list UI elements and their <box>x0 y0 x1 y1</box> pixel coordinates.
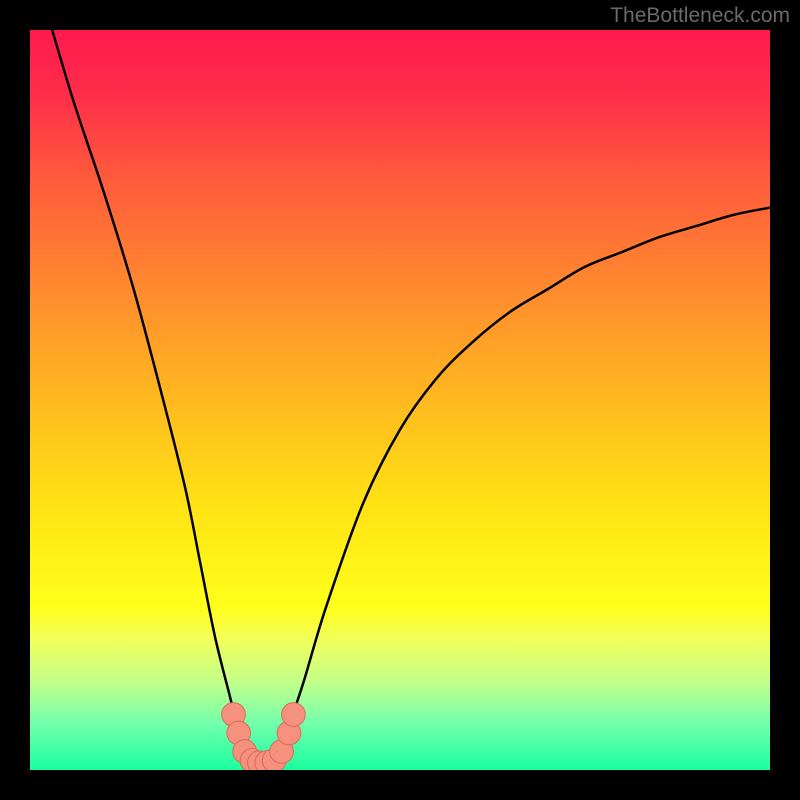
chart-frame: TheBottleneck.com <box>0 0 800 800</box>
plot-area <box>30 30 770 770</box>
gradient-background <box>30 30 770 770</box>
watermark-text: TheBottleneck.com <box>610 4 790 28</box>
data-marker <box>282 703 306 727</box>
chart-svg <box>30 30 770 770</box>
